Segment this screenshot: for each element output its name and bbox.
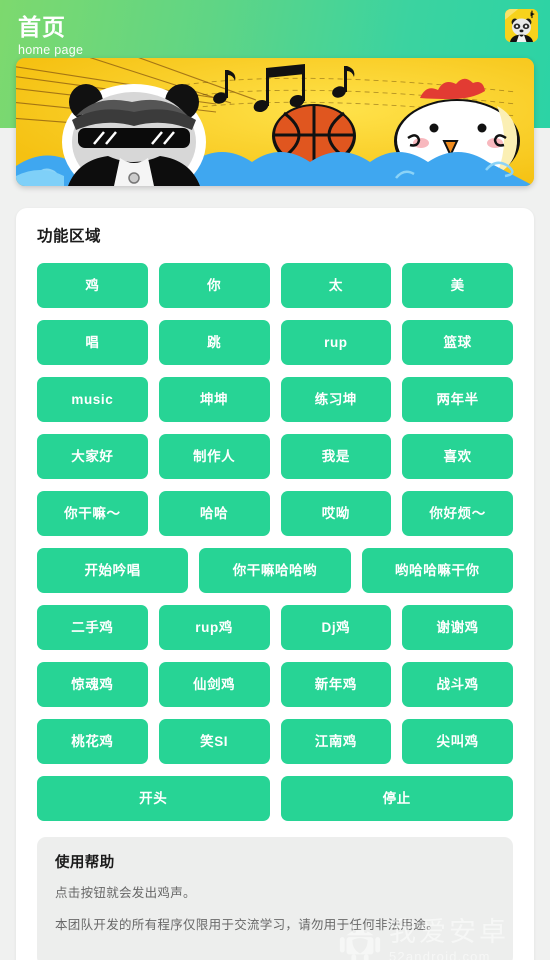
button-row: 开头 停止 <box>37 776 513 821</box>
sound-button[interactable]: rup鸡 <box>158 605 270 650</box>
sound-button[interactable]: 笑SI <box>158 719 270 764</box>
sound-button[interactable]: 仙剑鸡 <box>158 662 270 707</box>
page-subtitle: home page <box>18 43 84 58</box>
sound-button[interactable]: 鸡 <box>37 263 148 308</box>
sound-button[interactable]: rup <box>280 320 392 365</box>
sound-button[interactable]: 尖叫鸡 <box>402 719 513 764</box>
sound-button[interactable]: 二手鸡 <box>37 605 148 650</box>
function-area-card: 功能区域 鸡你太美唱跳 rup 篮球 music 坤坤 练习坤 两年半 大家好 制作人 我是 喜欢你… <box>16 208 534 960</box>
button-row: 大家好 制作人 我是 喜欢 <box>37 434 513 479</box>
sound-button[interactable]: 江南鸡 <box>280 719 392 764</box>
section-title: 功能区域 <box>37 228 102 245</box>
panda-avatar-icon[interactable] <box>505 9 538 42</box>
sound-button[interactable]: 新年鸡 <box>280 662 392 707</box>
sound-button[interactable]: 太 <box>280 263 392 308</box>
button-row: 桃花鸡 笑SI 江南鸡 尖叫鸡 <box>37 719 513 764</box>
sound-button[interactable]: 唱 <box>37 320 148 365</box>
button-row: 鸡你太美 <box>37 263 513 308</box>
button-row: 唱跳 rup 篮球 <box>37 320 513 365</box>
sound-button[interactable]: 大家好 <box>37 434 148 479</box>
button-row: 你干嘛～ 哈哈 哎呦 你好烦～ <box>37 491 513 536</box>
sound-button[interactable]: 开始吟唱 <box>37 548 189 593</box>
help-card: 使用帮助 点击按钮就会发出鸡声。 本团队开发的所有程序仅限用于交流学习，请勿用于… <box>37 837 513 960</box>
watermark-en-text: 52android.com <box>389 948 491 960</box>
sound-button[interactable]: 战斗鸡 <box>402 662 513 707</box>
button-row: music 坤坤 练习坤 两年半 <box>37 377 513 422</box>
sound-button[interactable]: 喜欢 <box>402 434 513 479</box>
sound-button[interactable]: 桃花鸡 <box>37 719 148 764</box>
sound-button[interactable]: 你 <box>158 263 270 308</box>
sound-button[interactable]: 篮球 <box>402 320 513 365</box>
sound-button[interactable]: Dj鸡 <box>280 605 392 650</box>
page-title: 首页 <box>18 14 66 40</box>
help-line-2: 本团队开发的所有程序仅限用于交流学习，请勿用于任何非法用途。 <box>55 917 440 932</box>
sound-button[interactable]: 两年半 <box>402 377 513 422</box>
sound-button[interactable]: music <box>37 377 148 422</box>
sound-button[interactable]: 练习坤 <box>280 377 392 422</box>
sound-button[interactable]: 谢谢鸡 <box>402 605 513 650</box>
sound-button[interactable]: 哟哈哈嘛干你 <box>361 548 513 593</box>
sound-button[interactable]: 哈哈 <box>158 491 270 536</box>
sound-button[interactable]: 我是 <box>280 434 392 479</box>
sound-button[interactable]: 美 <box>402 263 513 308</box>
help-line-1: 点击按钮就会发出鸡声。 <box>55 886 196 900</box>
button-row: 开始吟唱 你干嘛哈哈哟 哟哈哈嘛干你 <box>37 548 513 593</box>
sound-button[interactable]: 你干嘛哈哈哟 <box>199 548 351 593</box>
button-row: 二手鸡 rup鸡 Dj鸡 谢谢鸡 <box>37 605 513 650</box>
sound-button[interactable]: 惊魂鸡 <box>37 662 148 707</box>
sound-button[interactable]: 停止 <box>280 776 513 821</box>
sound-button[interactable]: 你干嘛～ <box>37 491 148 536</box>
sound-button[interactable]: 跳 <box>158 320 270 365</box>
sound-button[interactable]: 哎呦 <box>280 491 392 536</box>
hero-banner[interactable] <box>16 58 534 186</box>
sound-button-grid: 鸡你太美唱跳 rup 篮球 music 坤坤 练习坤 两年半 大家好 制作人 我是 喜欢 你干嘛～ 哈哈… <box>37 263 513 821</box>
help-title: 使用帮助 <box>55 855 115 871</box>
sound-button[interactable]: 坤坤 <box>158 377 270 422</box>
button-row: 惊魂鸡 仙剑鸡 新年鸡 战斗鸡 <box>37 662 513 707</box>
sound-button[interactable]: 制作人 <box>158 434 270 479</box>
sound-button[interactable]: 开头 <box>37 776 270 821</box>
sound-button[interactable]: 你好烦～ <box>402 491 513 536</box>
